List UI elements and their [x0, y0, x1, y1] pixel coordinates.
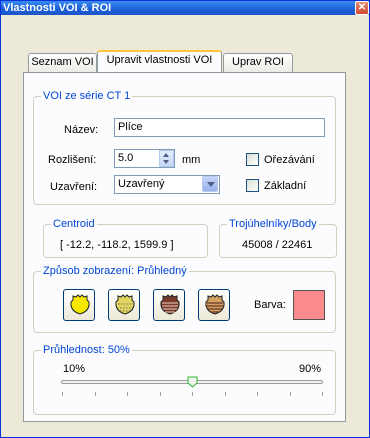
- voi-group-legend: VOI ze série CT 1: [41, 90, 133, 102]
- slider-tick: [160, 392, 161, 396]
- mesh-shape-icon: [115, 294, 135, 315]
- slider-min-label: 10%: [63, 363, 86, 375]
- color-swatch[interactable]: [293, 290, 325, 320]
- solid-shape-icon: [160, 294, 180, 315]
- chevron-down-icon[interactable]: [202, 176, 218, 192]
- mesh-mode-button[interactable]: [108, 289, 140, 321]
- solid-mode-button[interactable]: [153, 289, 185, 321]
- slider-max-label: 90%: [299, 363, 322, 375]
- slider-tick: [127, 392, 128, 396]
- tab-upravit-vlastnosti-voi[interactable]: Upravit vlastnosti VOI: [97, 50, 222, 72]
- clipping-checkbox[interactable]: [246, 153, 259, 166]
- slider-tick: [257, 392, 258, 396]
- name-field[interactable]: Plíce: [114, 118, 325, 137]
- tab-seznam-voi[interactable]: Seznam VOI: [28, 53, 97, 72]
- tab-uprav-roi[interactable]: Uprav ROI: [223, 53, 293, 72]
- slider-tick: [62, 392, 63, 396]
- triangles-legend: Trojúhelníky/Body: [227, 218, 319, 230]
- basic-checkbox[interactable]: [246, 179, 259, 192]
- resolution-unit: mm: [182, 154, 201, 166]
- tab-label: Uprav ROI: [232, 56, 284, 68]
- transparent-shape-icon: [70, 294, 90, 315]
- close-icon[interactable]: ✕: [355, 1, 369, 15]
- window-title: Vlastnosti VOI & ROI: [3, 2, 112, 14]
- tab-label: Upravit vlastnosti VOI: [106, 54, 213, 66]
- stepper-down-icon[interactable]: [163, 160, 169, 164]
- clipping-label: Ořezávání: [264, 154, 315, 166]
- color-label: Barva:: [254, 299, 286, 311]
- slider-thumb[interactable]: [187, 376, 198, 388]
- striped-shape-icon: [205, 294, 225, 315]
- display-mode-legend: Způsob zobrazení: Průhledný: [41, 265, 189, 277]
- tab-label: Seznam VOI: [31, 56, 94, 68]
- slider-tick: [290, 392, 291, 396]
- title-bar[interactable]: Vlastnosti VOI & ROI ✕: [1, 1, 369, 15]
- slider-tick: [322, 392, 323, 396]
- slider-tick: [95, 392, 96, 396]
- stepper-up-icon[interactable]: [163, 153, 169, 157]
- slider-tick: [192, 392, 193, 396]
- transparency-legend: Průhlednost: 50%: [41, 344, 132, 356]
- centroid-value: [ -12.2, -118.2, 1599.9 ]: [60, 239, 174, 251]
- closure-label: Uzavření:: [50, 181, 98, 193]
- dialog-window: Vlastnosti VOI & ROI ✕ Seznam VOI Upravi…: [0, 0, 370, 438]
- striped-mode-button[interactable]: [198, 289, 230, 321]
- triangles-value: 45008 / 22461: [242, 239, 313, 251]
- basic-label: Základní: [264, 180, 307, 192]
- centroid-legend: Centroid: [51, 218, 97, 230]
- resolution-stepper[interactable]: [159, 150, 174, 167]
- name-label: Název:: [64, 124, 99, 136]
- transparent-mode-button[interactable]: [63, 289, 95, 321]
- resolution-label: Rozlišení:: [48, 154, 97, 166]
- slider-tick: [225, 392, 226, 396]
